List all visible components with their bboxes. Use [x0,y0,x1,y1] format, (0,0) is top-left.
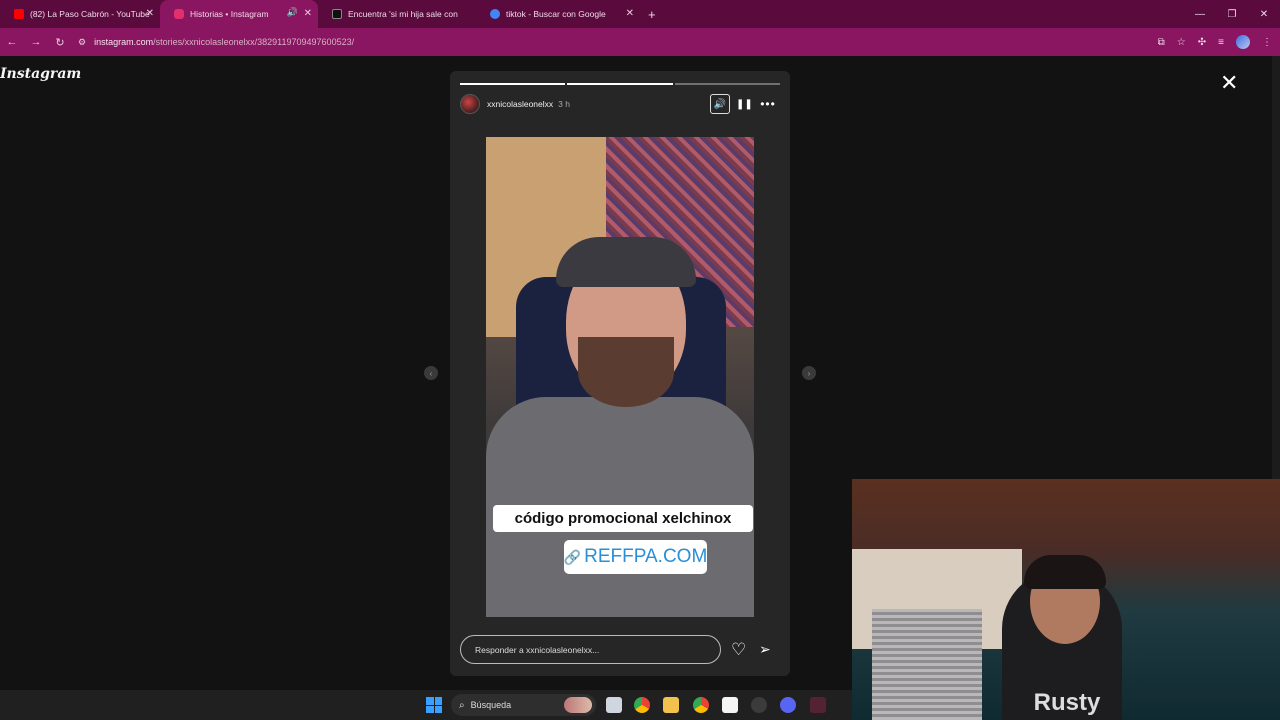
discord-icon[interactable] [780,697,796,713]
progress-segment [674,83,780,85]
instagram-logo[interactable]: Instagram [0,66,81,82]
url-host: instagram.com [94,37,154,47]
url-path: /stories/xxnicolasleonelxx/3829119709497… [153,37,355,47]
story-header: xxnicolasleonelxx 3 h 🔊 ❚❚ ••• [460,93,780,115]
google-icon [490,9,500,19]
instagram-icon [174,9,184,19]
progress-segment [567,83,673,85]
extensions-icon[interactable]: ✣ [1198,37,1206,48]
task-view-icon[interactable] [606,697,622,713]
file-explorer-icon[interactable] [663,697,679,713]
story-viewer[interactable]: xxnicolasleonelxx 3 h 🔊 ❚❚ ••• código pr… [450,71,790,676]
cap [556,237,696,287]
minimize-icon[interactable]: — [1184,0,1216,28]
address-toolbar: ← → ↻ ⚙ instagram.com /stories/xxnicolas… [0,28,1280,56]
steam-icon[interactable] [751,697,767,713]
streamer-hair [1024,555,1106,589]
story-time: 3 h [558,99,570,109]
start-icon[interactable] [426,697,442,713]
search-highlight-image [564,697,592,713]
tiktok-icon [332,9,342,19]
search-label: Búsqueda [470,700,512,710]
taskbar-search[interactable]: ⌕ Búsqueda [451,694,596,716]
more-options-icon[interactable]: ••• [756,97,780,111]
avatar[interactable] [460,94,480,114]
promo-code-sticker: código promocional xelchinox [493,505,753,532]
url-field[interactable]: ⚙ instagram.com /stories/xxnicolasleonel… [78,37,354,48]
profile-avatar[interactable] [1236,35,1250,49]
tab-label: tiktok - Buscar con Google [506,9,606,19]
tab-instagram[interactable]: Historias • Instagram 🔊 ✕ [160,0,318,28]
link-sticker[interactable]: 🔗 REFFPA.COM [564,540,707,574]
chrome-dev-icon[interactable] [693,697,709,713]
close-tab-icon[interactable]: ✕ [146,8,154,19]
search-icon: ⌕ [459,699,465,711]
reading-list-icon[interactable]: ≡ [1218,37,1224,48]
pause-icon[interactable]: ❚❚ [736,99,753,110]
beard [578,337,674,407]
link-text: REFFPA.COM [584,546,708,567]
shirt-text: Rusty [1033,689,1101,716]
toolbar-actions: ⧉ ☆ ✣ ≡ ⋮ [1158,28,1272,56]
progress-segment [460,83,566,85]
webcam-overlay: Rusty [852,479,1280,720]
story-progress [460,83,780,85]
chrome-icon[interactable] [634,697,650,713]
send-icon[interactable]: ➢ [759,641,771,658]
capcut-icon[interactable] [722,697,738,713]
heart-icon[interactable]: ♡ [731,640,746,660]
tab-youtube[interactable]: (82) La Paso Cabrón - YouTube ✕ [0,0,160,28]
window-controls: — ❐ ✕ [1184,0,1280,28]
tab-label: Historias • Instagram [190,9,269,19]
reply-input[interactable]: Responder a xxnicolasleonelxx... [460,635,721,664]
window-blind [872,609,982,720]
restore-icon[interactable]: ❐ [1216,0,1248,28]
volume-icon[interactable]: 🔊 [710,94,730,114]
story-controls: 🔊 ❚❚ ••• [710,93,780,115]
tab-label: (82) La Paso Cabrón - YouTube [30,9,150,19]
bookmark-star-icon[interactable]: ☆ [1177,37,1186,48]
next-story-arrow-icon[interactable]: › [802,366,816,380]
install-app-icon[interactable]: ⧉ [1158,37,1165,48]
site-info-icon[interactable]: ⚙ [78,37,86,48]
close-tab-icon[interactable]: ✕ [626,8,634,19]
close-story-button[interactable]: ✕ [1220,70,1238,96]
close-tab-icon[interactable]: ✕ [304,8,312,19]
browser-tab-bar: (82) La Paso Cabrón - YouTube ✕ Historia… [0,0,1280,28]
forward-icon[interactable]: → [24,28,48,56]
youtube-icon [14,9,24,19]
prev-story-arrow-icon[interactable]: ‹ [424,366,438,380]
close-window-icon[interactable]: ✕ [1248,0,1280,28]
menu-kebab-icon[interactable]: ⋮ [1262,37,1272,48]
tab-tiktok[interactable]: Encuentra 'si mi hija sale con la [318,0,476,28]
back-icon[interactable]: ← [0,28,24,56]
app-icon[interactable] [810,697,826,713]
tab-label: Encuentra 'si mi hija sale con la [348,9,458,19]
speaker-icon[interactable]: 🔊 [287,7,298,18]
link-icon: 🔗 [563,548,582,565]
tab-google[interactable]: tiktok - Buscar con Google ✕ [476,0,640,28]
new-tab-button[interactable]: + [648,7,656,22]
reload-icon[interactable]: ↻ [48,28,72,56]
story-username[interactable]: xxnicolasleonelxx [487,99,553,109]
